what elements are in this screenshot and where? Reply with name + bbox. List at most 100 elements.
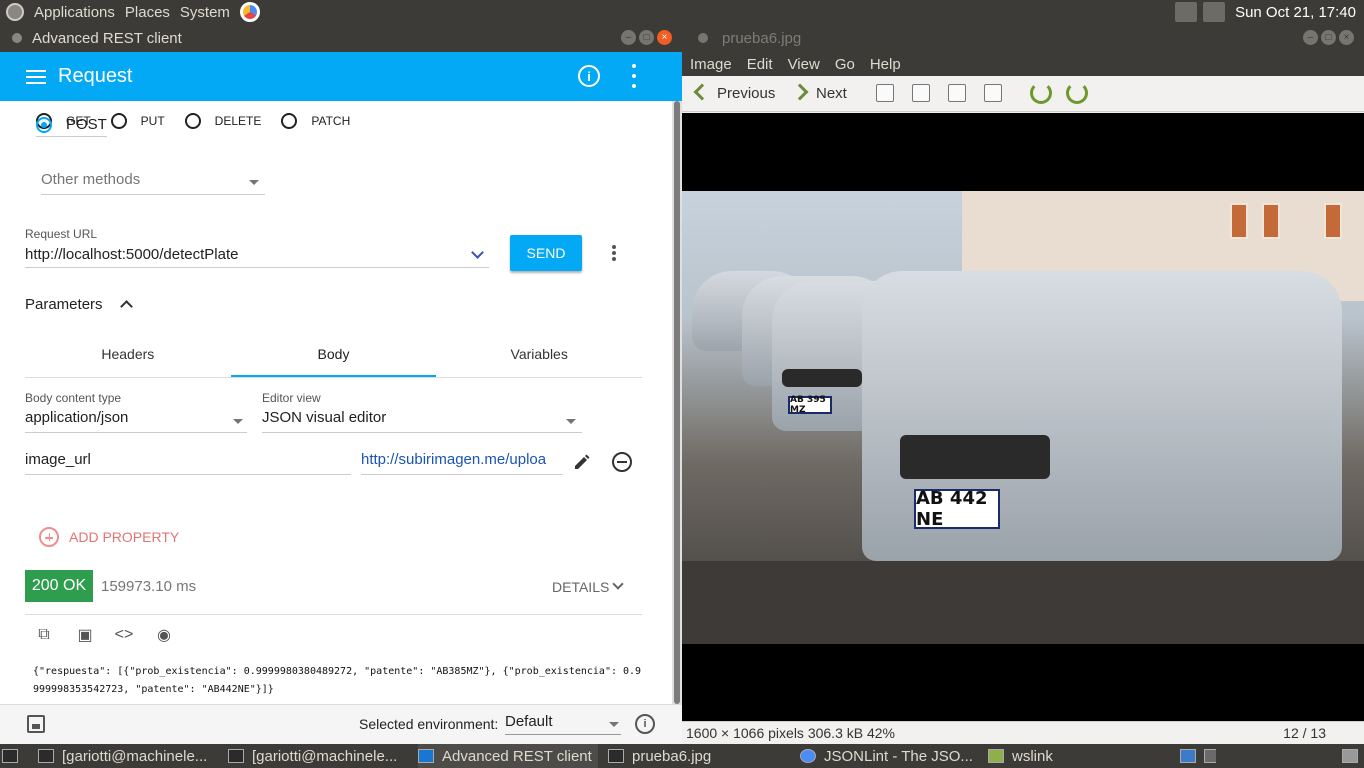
method-put[interactable]: PUT [110, 113, 165, 129]
scrollbar-thumb[interactable] [674, 101, 680, 704]
save-icon[interactable] [27, 715, 45, 733]
menu-image[interactable]: Image [690, 56, 732, 73]
zoom-in-icon[interactable] [876, 84, 894, 102]
next-button[interactable]: Next [816, 85, 847, 102]
folder-icon [988, 749, 1004, 763]
property-value-input[interactable]: http://subirimagen.me/uploa [361, 451, 563, 475]
other-methods-dropdown[interactable]: Other methods [41, 171, 265, 195]
task-terminal-1[interactable]: [gariotti@machinele... [38, 744, 218, 768]
network-icon[interactable] [1175, 2, 1198, 22]
radio-checked-icon [36, 116, 52, 133]
body-content-type-label: Body content type [25, 391, 122, 405]
hamburger-menu-icon[interactable] [26, 69, 46, 84]
rotate-right-icon[interactable] [1066, 82, 1088, 104]
workspace-switcher[interactable] [1180, 744, 1216, 768]
scrollbar[interactable] [672, 101, 682, 704]
property-name-input[interactable]: image_url [25, 451, 351, 475]
image-canvas[interactable]: AB 395 MZ AB 442 NE [682, 113, 1364, 721]
tab-body[interactable]: Body [230, 334, 437, 377]
viewer-menubar: Image Edit View Go Help [682, 52, 1364, 76]
eye-icon[interactable]: ◉ [153, 624, 175, 646]
menu-applications[interactable]: Applications [34, 4, 115, 21]
remove-property-icon[interactable] [612, 452, 632, 472]
edit-pencil-icon[interactable] [573, 453, 591, 471]
menu-view[interactable]: View [788, 56, 820, 73]
send-button[interactable]: SEND [510, 235, 582, 271]
details-button[interactable]: DETAILS [552, 579, 609, 595]
editor-view-select[interactable]: JSON visual editor [262, 409, 582, 433]
task-image-viewer[interactable]: prueba6.jpg [608, 744, 788, 768]
url-history-chevron-icon[interactable] [471, 246, 484, 259]
volume-icon[interactable] [1203, 2, 1226, 22]
close-button[interactable]: × [657, 30, 672, 45]
archive-icon[interactable]: ▣ [74, 624, 96, 646]
maximize-button[interactable]: □ [1321, 30, 1336, 45]
previous-arrow-icon[interactable] [693, 83, 711, 101]
dropdown-arrow-icon [233, 419, 243, 424]
environment-select[interactable]: Default [505, 713, 621, 735]
viewer-statusbar: 1600 × 1066 pixels 306.3 kB 42% 12 / 13 [682, 721, 1364, 744]
previous-button[interactable]: Previous [717, 85, 775, 102]
menu-edit[interactable]: Edit [747, 56, 773, 73]
window-title: Advanced REST client [32, 29, 182, 47]
task-arc[interactable]: Advanced REST client [418, 744, 598, 768]
code-icon[interactable]: <> [113, 624, 135, 646]
maximize-button[interactable]: □ [639, 30, 654, 45]
tab-headers[interactable]: Headers [25, 334, 231, 377]
status-badge: 200 OK [25, 570, 93, 602]
next-arrow-icon[interactable] [791, 83, 809, 101]
method-post[interactable]: POST [36, 113, 107, 137]
copy-icon[interactable]: ⧉ [33, 624, 55, 646]
viewer-toolbar: Previous Next [682, 76, 1364, 112]
tab-variables[interactable]: Variables [436, 334, 642, 377]
rotate-left-icon[interactable] [1030, 82, 1052, 104]
minimize-button[interactable]: – [1303, 30, 1318, 45]
environment-info-icon[interactable]: i [635, 714, 655, 734]
add-property-button[interactable]: ADD PROPERTY [39, 527, 179, 547]
chrome-launcher-icon[interactable] [239, 2, 260, 22]
menu-go[interactable]: Go [835, 56, 855, 73]
top-panel: Applications Places System Sun Oct 21, 1… [0, 0, 1364, 24]
request-options-icon[interactable] [612, 245, 616, 261]
trash-icon[interactable] [1342, 744, 1362, 768]
chrome-icon [800, 749, 816, 763]
body-content-type-select[interactable]: application/json [25, 409, 247, 433]
editor-view-label: Editor view [262, 391, 321, 405]
close-button[interactable]: × [1339, 30, 1354, 45]
dropdown-arrow-icon [566, 419, 576, 424]
task-terminal-2[interactable]: [gariotti@machinele... [228, 744, 410, 768]
clock[interactable]: Sun Oct 21, 17:40 [1235, 4, 1356, 21]
task-chrome[interactable]: JSONLint - The JSO... [800, 744, 976, 768]
footer-bar: Selected environment: Default i [0, 704, 682, 744]
more-vert-icon[interactable] [632, 64, 636, 88]
request-url-input[interactable]: http://localhost:5000/detectPlate [25, 246, 489, 268]
collapse-chevron-icon[interactable] [120, 300, 133, 313]
environment-label: Selected environment: [359, 716, 499, 732]
task-folder[interactable]: wslink [988, 744, 1168, 768]
minimize-button[interactable]: – [621, 30, 636, 45]
show-desktop-icon[interactable] [2, 744, 24, 768]
details-chevron-icon[interactable] [612, 578, 624, 590]
radio-icon [110, 113, 127, 129]
radio-icon [184, 113, 201, 129]
menu-help[interactable]: Help [870, 56, 901, 73]
image-info: 1600 × 1066 pixels 306.3 kB 42% [686, 725, 895, 741]
info-icon[interactable]: i [578, 65, 600, 87]
method-delete[interactable]: DELETE [184, 113, 261, 129]
best-fit-icon[interactable] [984, 84, 1002, 102]
plate-back: AB 395 MZ [788, 395, 832, 415]
window-menu-icon[interactable] [12, 33, 22, 43]
dropdown-arrow-icon [609, 722, 619, 727]
menu-system[interactable]: System [180, 4, 230, 21]
request-url-label: Request URL [25, 227, 98, 241]
parameters-toggle[interactable]: Parameters [25, 296, 103, 313]
window-menu-icon[interactable] [698, 33, 708, 43]
ubuntu-logo-icon[interactable] [6, 3, 24, 21]
method-patch[interactable]: PATCH [281, 113, 350, 129]
normal-size-icon[interactable] [948, 84, 966, 102]
arc-titlebar: Advanced REST client – □ × [0, 24, 682, 52]
zoom-out-icon[interactable] [912, 84, 930, 102]
method-radio-group: GET POST PUT DELETE PATCH [36, 113, 370, 137]
menu-places[interactable]: Places [125, 4, 170, 21]
viewer-titlebar: prueba6.jpg – □ × [682, 24, 1364, 52]
